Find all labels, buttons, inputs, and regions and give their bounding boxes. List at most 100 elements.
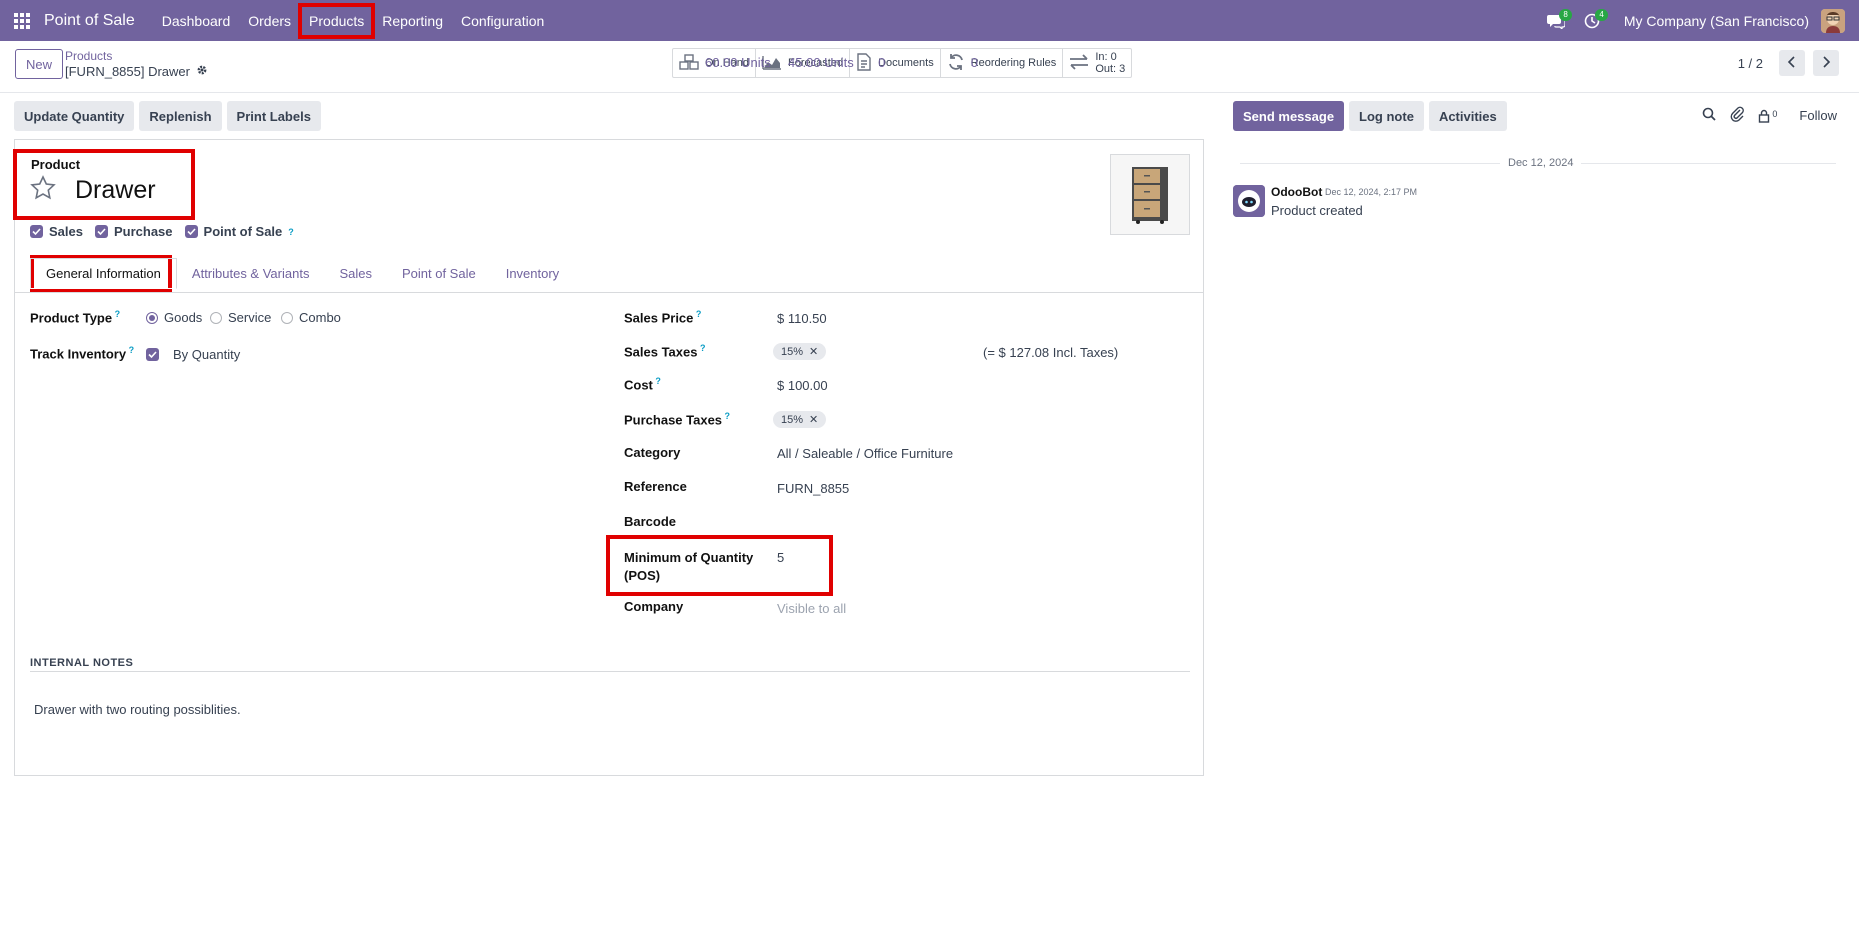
min-quantity-field[interactable]: 5 <box>777 550 784 565</box>
pager-value[interactable]: 1 / 2 <box>1738 56 1763 71</box>
next-record-button[interactable] <box>1813 50 1839 76</box>
activities-clock-icon[interactable]: 4 <box>1578 0 1608 41</box>
menu-orders[interactable]: Orders <box>239 5 300 37</box>
tab-inventory[interactable]: Inventory <box>491 258 574 289</box>
tab-sales[interactable]: Sales <box>324 258 387 289</box>
followers-count: 0 <box>1772 108 1778 119</box>
reordering-rules-smart-button[interactable]: Reordering Rules 0 <box>941 49 1064 77</box>
out-label: Out: 3 <box>1095 63 1126 75</box>
gear-icon[interactable] <box>196 64 208 79</box>
sales-tax-tag[interactable]: 15% ✕ <box>773 343 827 360</box>
on-hand-smart-button[interactable]: On Hand 60.00 Units <box>673 49 771 77</box>
action-buttons: Update Quantity Replenish Print Labels <box>14 101 321 131</box>
company-field[interactable]: Visible to all <box>777 601 846 616</box>
sales-checkbox-label: Sales <box>49 224 83 239</box>
product-name-field[interactable]: Drawer <box>75 176 156 205</box>
follow-button[interactable]: Follow <box>1799 108 1837 123</box>
help-tooltip-icon[interactable]: ? <box>112 309 121 319</box>
product-type-label: Product Type ? <box>30 309 121 326</box>
forecasted-value: 45.00 Units <box>788 55 854 70</box>
tab-general-information[interactable]: General Information <box>30 258 177 289</box>
close-icon[interactable]: ✕ <box>809 413 818 426</box>
product-label: Product <box>31 157 81 172</box>
print-labels-button[interactable]: Print Labels <box>226 101 321 131</box>
product-type-goods-radio[interactable]: Goods <box>146 310 202 325</box>
paperclip-icon[interactable] <box>1730 106 1745 125</box>
close-icon[interactable]: ✕ <box>809 345 818 358</box>
track-inventory-label: Track Inventory ? <box>30 345 135 362</box>
documents-smart-button[interactable]: Documents 0 <box>850 49 941 77</box>
radio-empty-icon <box>281 311 293 324</box>
menu-dashboard[interactable]: Dashboard <box>153 5 240 37</box>
breadcrumb-current-label: [FURN_8855] Drawer <box>65 64 190 79</box>
user-avatar[interactable] <box>1821 8 1845 33</box>
message-body: Product created <box>1271 203 1363 218</box>
previous-record-button[interactable] <box>1779 50 1805 76</box>
top-navbar: Point of Sale Dashboard Orders Products … <box>0 0 1859 41</box>
sales-taxes-label: Sales Taxes ? <box>624 343 706 360</box>
sales-checkbox[interactable]: Sales <box>30 224 83 239</box>
company-switcher[interactable]: My Company (San Francisco) <box>1624 13 1809 29</box>
help-tooltip-icon[interactable]: ? <box>697 343 706 353</box>
track-inventory-checkbox[interactable]: By Quantity <box>146 347 240 362</box>
tab-attributes-variants[interactable]: Attributes & Variants <box>177 258 325 289</box>
activities-badge: 4 <box>1595 9 1608 21</box>
product-type-combo-radio[interactable]: Combo <box>281 310 341 325</box>
apps-grid-icon[interactable] <box>0 0 44 41</box>
tab-point-of-sale[interactable]: Point of Sale <box>387 258 491 289</box>
product-type-service-radio[interactable]: Service <box>210 310 271 325</box>
breadcrumb: Products [FURN_8855] Drawer <box>65 49 208 79</box>
help-tooltip-icon[interactable]: ? <box>722 411 731 421</box>
form-tabs: General Information Attributes & Variant… <box>30 258 574 289</box>
purchase-tax-tag[interactable]: 15% ✕ <box>773 411 827 428</box>
in-out-smart-button[interactable]: In: 0 Out: 3 <box>1063 49 1131 77</box>
radio-empty-icon <box>210 311 222 324</box>
cost-label: Cost ? <box>624 376 661 393</box>
goods-label: Goods <box>164 310 203 325</box>
purchase-checkbox[interactable]: Purchase <box>94 224 173 239</box>
odoobot-avatar[interactable] <box>1233 185 1265 217</box>
cost-field[interactable]: $ 100.00 <box>777 378 828 393</box>
checkbox-checked-icon <box>146 348 159 361</box>
messages-icon[interactable]: 8 <box>1542 0 1572 41</box>
chatter-toolbar: 0 Follow <box>1702 106 1837 125</box>
in-label: In: 0 <box>1095 51 1117 63</box>
new-button[interactable]: New <box>15 49 64 79</box>
chevron-left-icon <box>1787 55 1797 71</box>
checkbox-checked-icon <box>30 225 43 238</box>
checkbox-checked-icon <box>94 225 108 238</box>
internal-notes-field[interactable]: Drawer with two routing possiblities. <box>34 702 241 717</box>
app-title[interactable]: Point of Sale <box>44 12 135 30</box>
smart-buttons: On Hand 60.00 Units Forecasted 45.00 Units… <box>672 48 1133 78</box>
sales-price-field[interactable]: $ 110.50 <box>777 311 827 326</box>
menu-products[interactable]: Products <box>298 2 376 39</box>
help-tooltip-icon[interactable]: ? <box>126 345 135 355</box>
message-author[interactable]: OdooBot <box>1271 185 1322 199</box>
menu-reporting[interactable]: Reporting <box>373 5 452 37</box>
chevron-right-icon <box>1821 55 1831 71</box>
send-message-button[interactable]: Send message <box>1233 101 1345 131</box>
breadcrumb-products-link[interactable]: Products <box>65 49 208 64</box>
log-note-button[interactable]: Log note <box>1349 101 1424 131</box>
category-field[interactable]: All / Saleable / Office Furniture <box>777 446 953 461</box>
menu-configuration[interactable]: Configuration <box>452 5 553 37</box>
replenish-button[interactable]: Replenish <box>139 101 222 131</box>
update-quantity-button[interactable]: Update Quantity <box>14 101 135 131</box>
help-tooltip-icon[interactable]: ? <box>653 376 661 386</box>
control-panel: New Products [FURN_8855] Drawer On Hand 6… <box>0 41 1859 93</box>
help-tooltip-icon[interactable]: ? <box>693 309 702 319</box>
sales-taxes-included: (= $ 127.08 Incl. Taxes) <box>983 345 1119 360</box>
followers-lock-icon[interactable]: 0 <box>1758 109 1777 123</box>
help-tooltip-icon[interactable]: ? <box>288 227 294 237</box>
point-of-sale-checkbox[interactable]: Point of Sale? <box>184 224 294 239</box>
reference-field[interactable]: FURN_8855 <box>777 481 849 496</box>
refresh-icon <box>947 53 965 74</box>
company-label: Company <box>624 599 684 614</box>
barcode-field[interactable] <box>777 514 1077 530</box>
reference-label: Reference <box>624 479 687 494</box>
file-icon <box>856 52 872 74</box>
search-icon[interactable] <box>1702 107 1717 124</box>
product-image[interactable] <box>1110 154 1190 235</box>
activities-button[interactable]: Activities <box>1428 101 1507 131</box>
favorite-star-icon[interactable] <box>30 175 56 201</box>
